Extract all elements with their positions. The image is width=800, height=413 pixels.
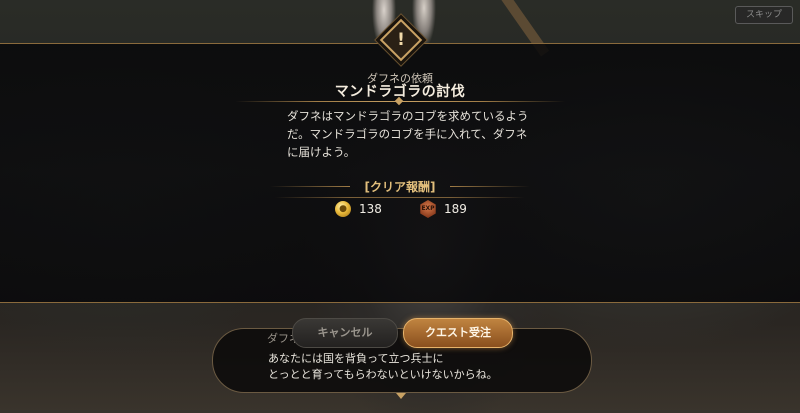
gold-reward-value: 138 bbox=[359, 202, 382, 216]
quest-description: ダフネはマンドラゴラのコブを求めているようだ。マンドラゴラのコブを手に入れて、ダ… bbox=[287, 109, 529, 159]
exclamation-icon: ! bbox=[397, 30, 405, 50]
reward-divider bbox=[275, 197, 525, 198]
gold-coin-icon: ● bbox=[335, 201, 351, 217]
exp-reward-value: 189 bbox=[444, 202, 467, 216]
reward-header-line-right bbox=[450, 186, 530, 187]
skip-button[interactable]: スキップ bbox=[735, 6, 793, 24]
dialogue-text: あなたには国を背負って立つ兵士に とっとと育ってもらわないといけないからね。 bbox=[268, 352, 498, 381]
dialogue-next-icon[interactable] bbox=[396, 393, 406, 399]
cancel-button[interactable]: キャンセル bbox=[292, 318, 398, 348]
accept-quest-button[interactable]: クエスト受注 bbox=[403, 318, 513, 348]
